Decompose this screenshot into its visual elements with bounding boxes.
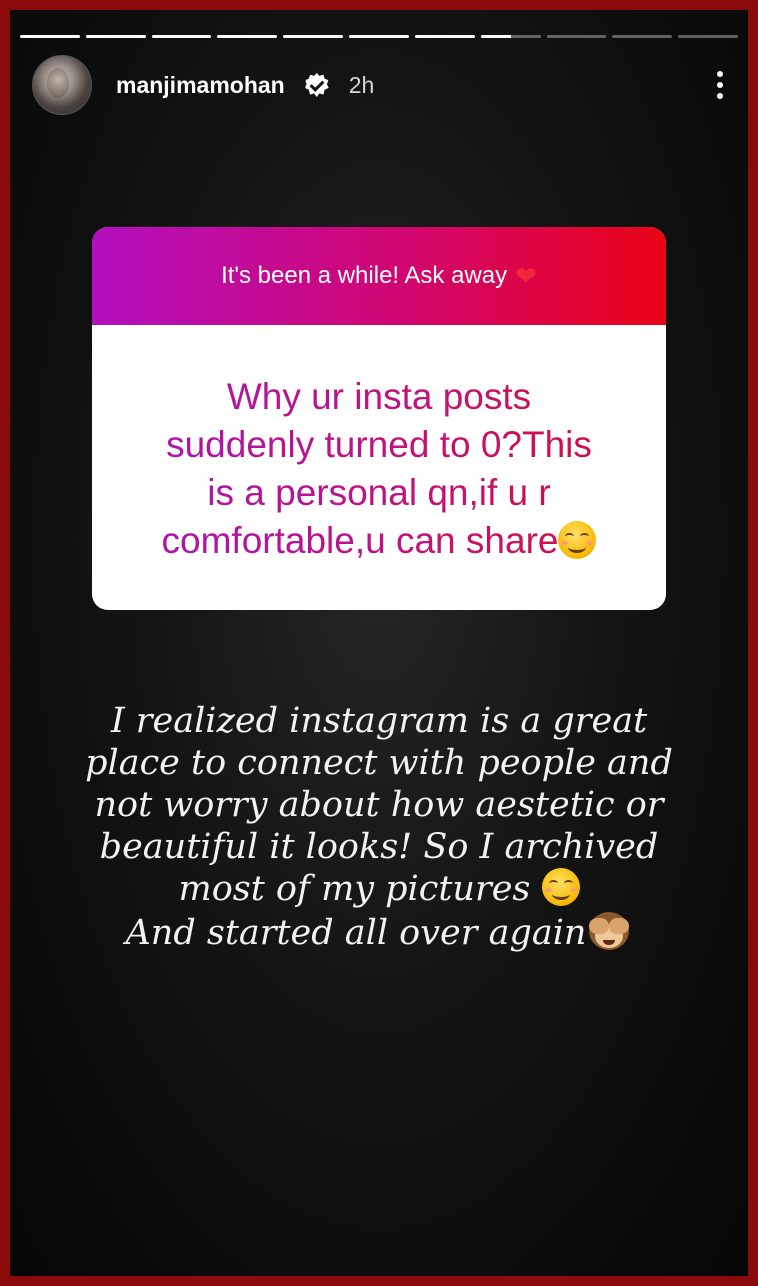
- see-no-evil-monkey-icon: [586, 910, 632, 950]
- avatar[interactable]: [32, 55, 92, 115]
- answer-line-with-emoji: most of my pictures: [40, 868, 718, 910]
- question-prompt: It's been a while! Ask away: [221, 262, 508, 289]
- answer-line-with-emoji: And started all over again: [40, 910, 718, 954]
- smiling-face-icon: [558, 521, 597, 559]
- heart-icon: ❤: [515, 260, 537, 291]
- verified-badge-icon: [304, 73, 329, 97]
- smiling-face-icon: [541, 868, 580, 906]
- story-progress-bar: [20, 35, 738, 38]
- progress-segment: [480, 35, 541, 38]
- question-sticker-header: It's been a while! Ask away ❤: [92, 227, 666, 325]
- progress-segment: [283, 35, 344, 38]
- progress-segment-fill: [480, 35, 511, 38]
- progress-segment: [678, 35, 738, 38]
- progress-segment: [349, 35, 409, 38]
- question-text: Why ur insta posts suddenly turned to 0?…: [92, 325, 666, 565]
- answer-line: I realized instagram is a great: [110, 701, 648, 741]
- progress-segment: [151, 35, 212, 38]
- progress-segment: [20, 35, 80, 38]
- progress-segment-fill: [283, 35, 344, 38]
- question-line: comfortable,u can share: [161, 520, 559, 561]
- story-header: manjimamohan 2h: [32, 55, 728, 115]
- progress-segment: [217, 35, 278, 38]
- story-viewer[interactable]: manjimamohan 2h It's been a while! Ask a…: [10, 10, 748, 1276]
- timestamp: 2h: [348, 71, 375, 98]
- progress-segment: [85, 35, 146, 38]
- progress-segment-fill: [349, 35, 409, 38]
- answer-line: And started all over again: [125, 913, 587, 953]
- progress-segment: [546, 35, 607, 38]
- progress-segment: [414, 35, 475, 38]
- answer-line: not worry about how aestetic or: [94, 785, 664, 825]
- progress-segment-fill: [20, 35, 80, 38]
- question-line: Why ur insta posts: [226, 376, 532, 417]
- question-sticker: It's been a while! Ask away ❤ Why ur ins…: [92, 227, 666, 610]
- progress-segment: [612, 35, 673, 38]
- answer-line: place to connect with people and: [85, 743, 673, 783]
- progress-segment-fill: [85, 35, 146, 38]
- progress-segment-fill: [151, 35, 212, 38]
- question-line: is a personal qn,if u r: [207, 472, 551, 513]
- username[interactable]: manjimamohan: [116, 72, 285, 99]
- progress-segment-fill: [217, 35, 278, 38]
- question-line: suddenly turned to 0?This: [166, 424, 592, 465]
- answer-text: I realized instagram is a great place to…: [40, 700, 718, 954]
- answer-line: beautiful it looks! So I archived: [99, 827, 659, 867]
- progress-segment-fill: [414, 35, 475, 38]
- more-vertical-icon[interactable]: [712, 65, 728, 105]
- answer-line: most of my pictures: [178, 869, 542, 909]
